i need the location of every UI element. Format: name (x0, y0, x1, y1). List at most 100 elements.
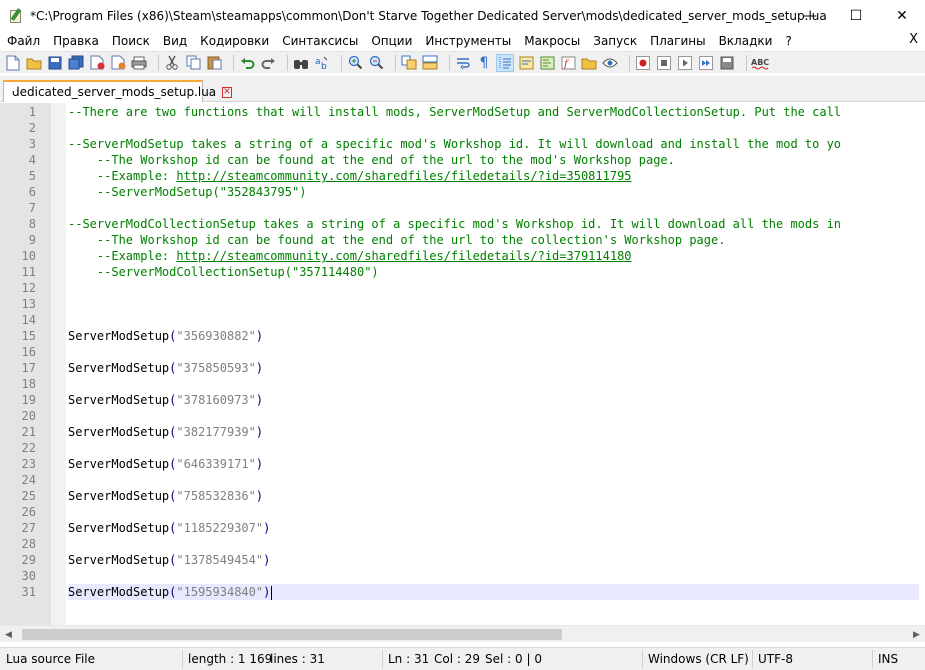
line-code[interactable] (68, 504, 919, 520)
code-line[interactable]: 12 (0, 280, 925, 296)
code-line[interactable]: 30 (0, 568, 925, 584)
code-line[interactable]: 11 --ServerModCollectionSetup("357114480… (0, 264, 925, 280)
copy-button[interactable] (184, 54, 202, 72)
macro-record-button[interactable] (634, 54, 652, 72)
code-line[interactable]: 27 ServerModSetup("1185229307") (0, 520, 925, 536)
line-code[interactable]: --Example: http://steamcommunity.com/sha… (68, 168, 919, 184)
close-all-button[interactable] (109, 54, 127, 72)
scroll-left-button[interactable]: ◀ (0, 626, 17, 643)
line-code[interactable] (68, 472, 919, 488)
redo-button[interactable] (259, 54, 277, 72)
code-line[interactable]: 18 (0, 376, 925, 392)
line-code[interactable]: ServerModSetup("382177939") (68, 424, 919, 440)
macro-play-button[interactable] (676, 54, 694, 72)
workshop-url-link[interactable]: http://steamcommunity.com/sharedfiles/fi… (176, 169, 631, 183)
sync-horizontal-button[interactable] (421, 54, 439, 72)
line-code[interactable]: ServerModSetup("378160973") (68, 392, 919, 408)
menu-plugins[interactable]: Плагины (643, 34, 711, 48)
define-language-button[interactable] (517, 54, 535, 72)
line-code[interactable] (68, 536, 919, 552)
maximize-button[interactable]: ☐ (833, 0, 879, 32)
find-button[interactable] (292, 54, 310, 72)
menu-window[interactable]: Вкладки (712, 34, 779, 48)
menu-tools[interactable]: Инструменты (418, 34, 517, 48)
line-code[interactable]: ServerModSetup("1378549454") (68, 552, 919, 568)
line-code[interactable] (68, 120, 919, 136)
line-code[interactable] (68, 408, 919, 424)
close-file-button[interactable] (88, 54, 106, 72)
line-code[interactable]: --ServerModCollectionSetup takes a strin… (68, 216, 919, 232)
line-code[interactable]: ServerModSetup("1595934840") (68, 584, 919, 600)
line-code[interactable]: --The Workshop id can be found at the en… (68, 152, 919, 168)
zoom-out-button[interactable] (367, 54, 385, 72)
menu-help[interactable]: ? (778, 34, 797, 48)
menu-search[interactable]: Поиск (105, 34, 156, 48)
code-line[interactable]: 28 (0, 536, 925, 552)
line-code[interactable]: --ServerModCollectionSetup("357114480") (68, 264, 919, 280)
tab-dedicated-server-mods-setup[interactable]: dedicated_server_mods_setup.lua ✕ (3, 80, 232, 102)
new-file-button[interactable] (4, 54, 22, 72)
line-code[interactable] (68, 568, 919, 584)
line-code[interactable]: ServerModSetup("646339171") (68, 456, 919, 472)
code-line[interactable]: 26 (0, 504, 925, 520)
code-line[interactable]: 6 --ServerModSetup("352843795") (0, 184, 925, 200)
code-line[interactable]: 25 ServerModSetup("758532836") (0, 488, 925, 504)
code-line[interactable]: 14 (0, 312, 925, 328)
menu-edit[interactable]: Правка (46, 34, 105, 48)
line-code[interactable]: ServerModSetup("375850593") (68, 360, 919, 376)
code-line[interactable]: 29 ServerModSetup("1378549454") (0, 552, 925, 568)
print-button[interactable] (130, 54, 148, 72)
code-line[interactable]: 22 (0, 440, 925, 456)
line-code[interactable]: ServerModSetup("758532836") (68, 488, 919, 504)
code-line[interactable]: 21 ServerModSetup("382177939") (0, 424, 925, 440)
code-line[interactable]: 23 ServerModSetup("646339171") (0, 456, 925, 472)
document-map-button[interactable] (538, 54, 556, 72)
folder-workspace-button[interactable] (580, 54, 598, 72)
function-list-button[interactable]: f (559, 54, 577, 72)
status-eol-format[interactable]: Windows (CR LF) (648, 652, 749, 666)
save-all-button[interactable] (67, 54, 85, 72)
menu-view[interactable]: Вид (156, 34, 193, 48)
undo-button[interactable] (238, 54, 256, 72)
workshop-url-link[interactable]: http://steamcommunity.com/sharedfiles/fi… (176, 249, 631, 263)
menu-run[interactable]: Запуск (586, 34, 643, 48)
line-code[interactable]: --The Workshop id can be found at the en… (68, 232, 919, 248)
editor-area[interactable]: 1 --There are two functions that will ins… (0, 103, 925, 625)
line-code[interactable] (68, 200, 919, 216)
sync-vertical-button[interactable] (400, 54, 418, 72)
code-line[interactable]: 17 ServerModSetup("375850593") (0, 360, 925, 376)
show-all-chars-button[interactable]: ¶ (475, 54, 493, 72)
menu-encoding[interactable]: Кодировки (193, 34, 275, 48)
minimize-button[interactable]: — (787, 0, 833, 32)
status-insert-mode[interactable]: INS (878, 652, 898, 666)
menu-macro[interactable]: Макросы (517, 34, 586, 48)
zoom-in-button[interactable] (346, 54, 364, 72)
line-code[interactable] (68, 296, 919, 312)
code-line[interactable]: 8 --ServerModCollectionSetup takes a stri… (0, 216, 925, 232)
menu-language[interactable]: Синтаксисы (275, 34, 364, 48)
line-code[interactable] (68, 280, 919, 296)
code-line[interactable]: 4 --The Workshop id can be found at the … (0, 152, 925, 168)
code-line[interactable]: 3 --ServerModSetup takes a string of a sp… (0, 136, 925, 152)
code-line[interactable]: 16 (0, 344, 925, 360)
line-code[interactable]: --ServerModSetup("352843795") (68, 184, 919, 200)
line-code[interactable] (68, 312, 919, 328)
code-line[interactable]: 20 (0, 408, 925, 424)
word-wrap-button[interactable] (454, 54, 472, 72)
line-code[interactable] (68, 344, 919, 360)
paste-button[interactable] (205, 54, 223, 72)
code-lines[interactable]: 1 --There are two functions that will ins… (0, 104, 925, 600)
code-line[interactable]: 9 --The Workshop id can be found at the … (0, 232, 925, 248)
code-line[interactable]: 2 (0, 120, 925, 136)
macro-save-button[interactable] (718, 54, 736, 72)
replace-button[interactable]: ab (313, 54, 331, 72)
close-window-button[interactable]: ✕ (879, 0, 925, 32)
code-line[interactable]: 1 --There are two functions that will ins… (0, 104, 925, 120)
line-code[interactable]: --Example: http://steamcommunity.com/sha… (68, 248, 919, 264)
code-line[interactable]: 31 ServerModSetup("1595934840") (0, 584, 925, 600)
scroll-right-button[interactable]: ▶ (908, 626, 925, 643)
code-line[interactable]: 5 --Example: http://steamcommunity.com/s… (0, 168, 925, 184)
macro-stop-button[interactable] (655, 54, 673, 72)
line-code[interactable]: ServerModSetup("356930882") (68, 328, 919, 344)
code-line[interactable]: 13 (0, 296, 925, 312)
